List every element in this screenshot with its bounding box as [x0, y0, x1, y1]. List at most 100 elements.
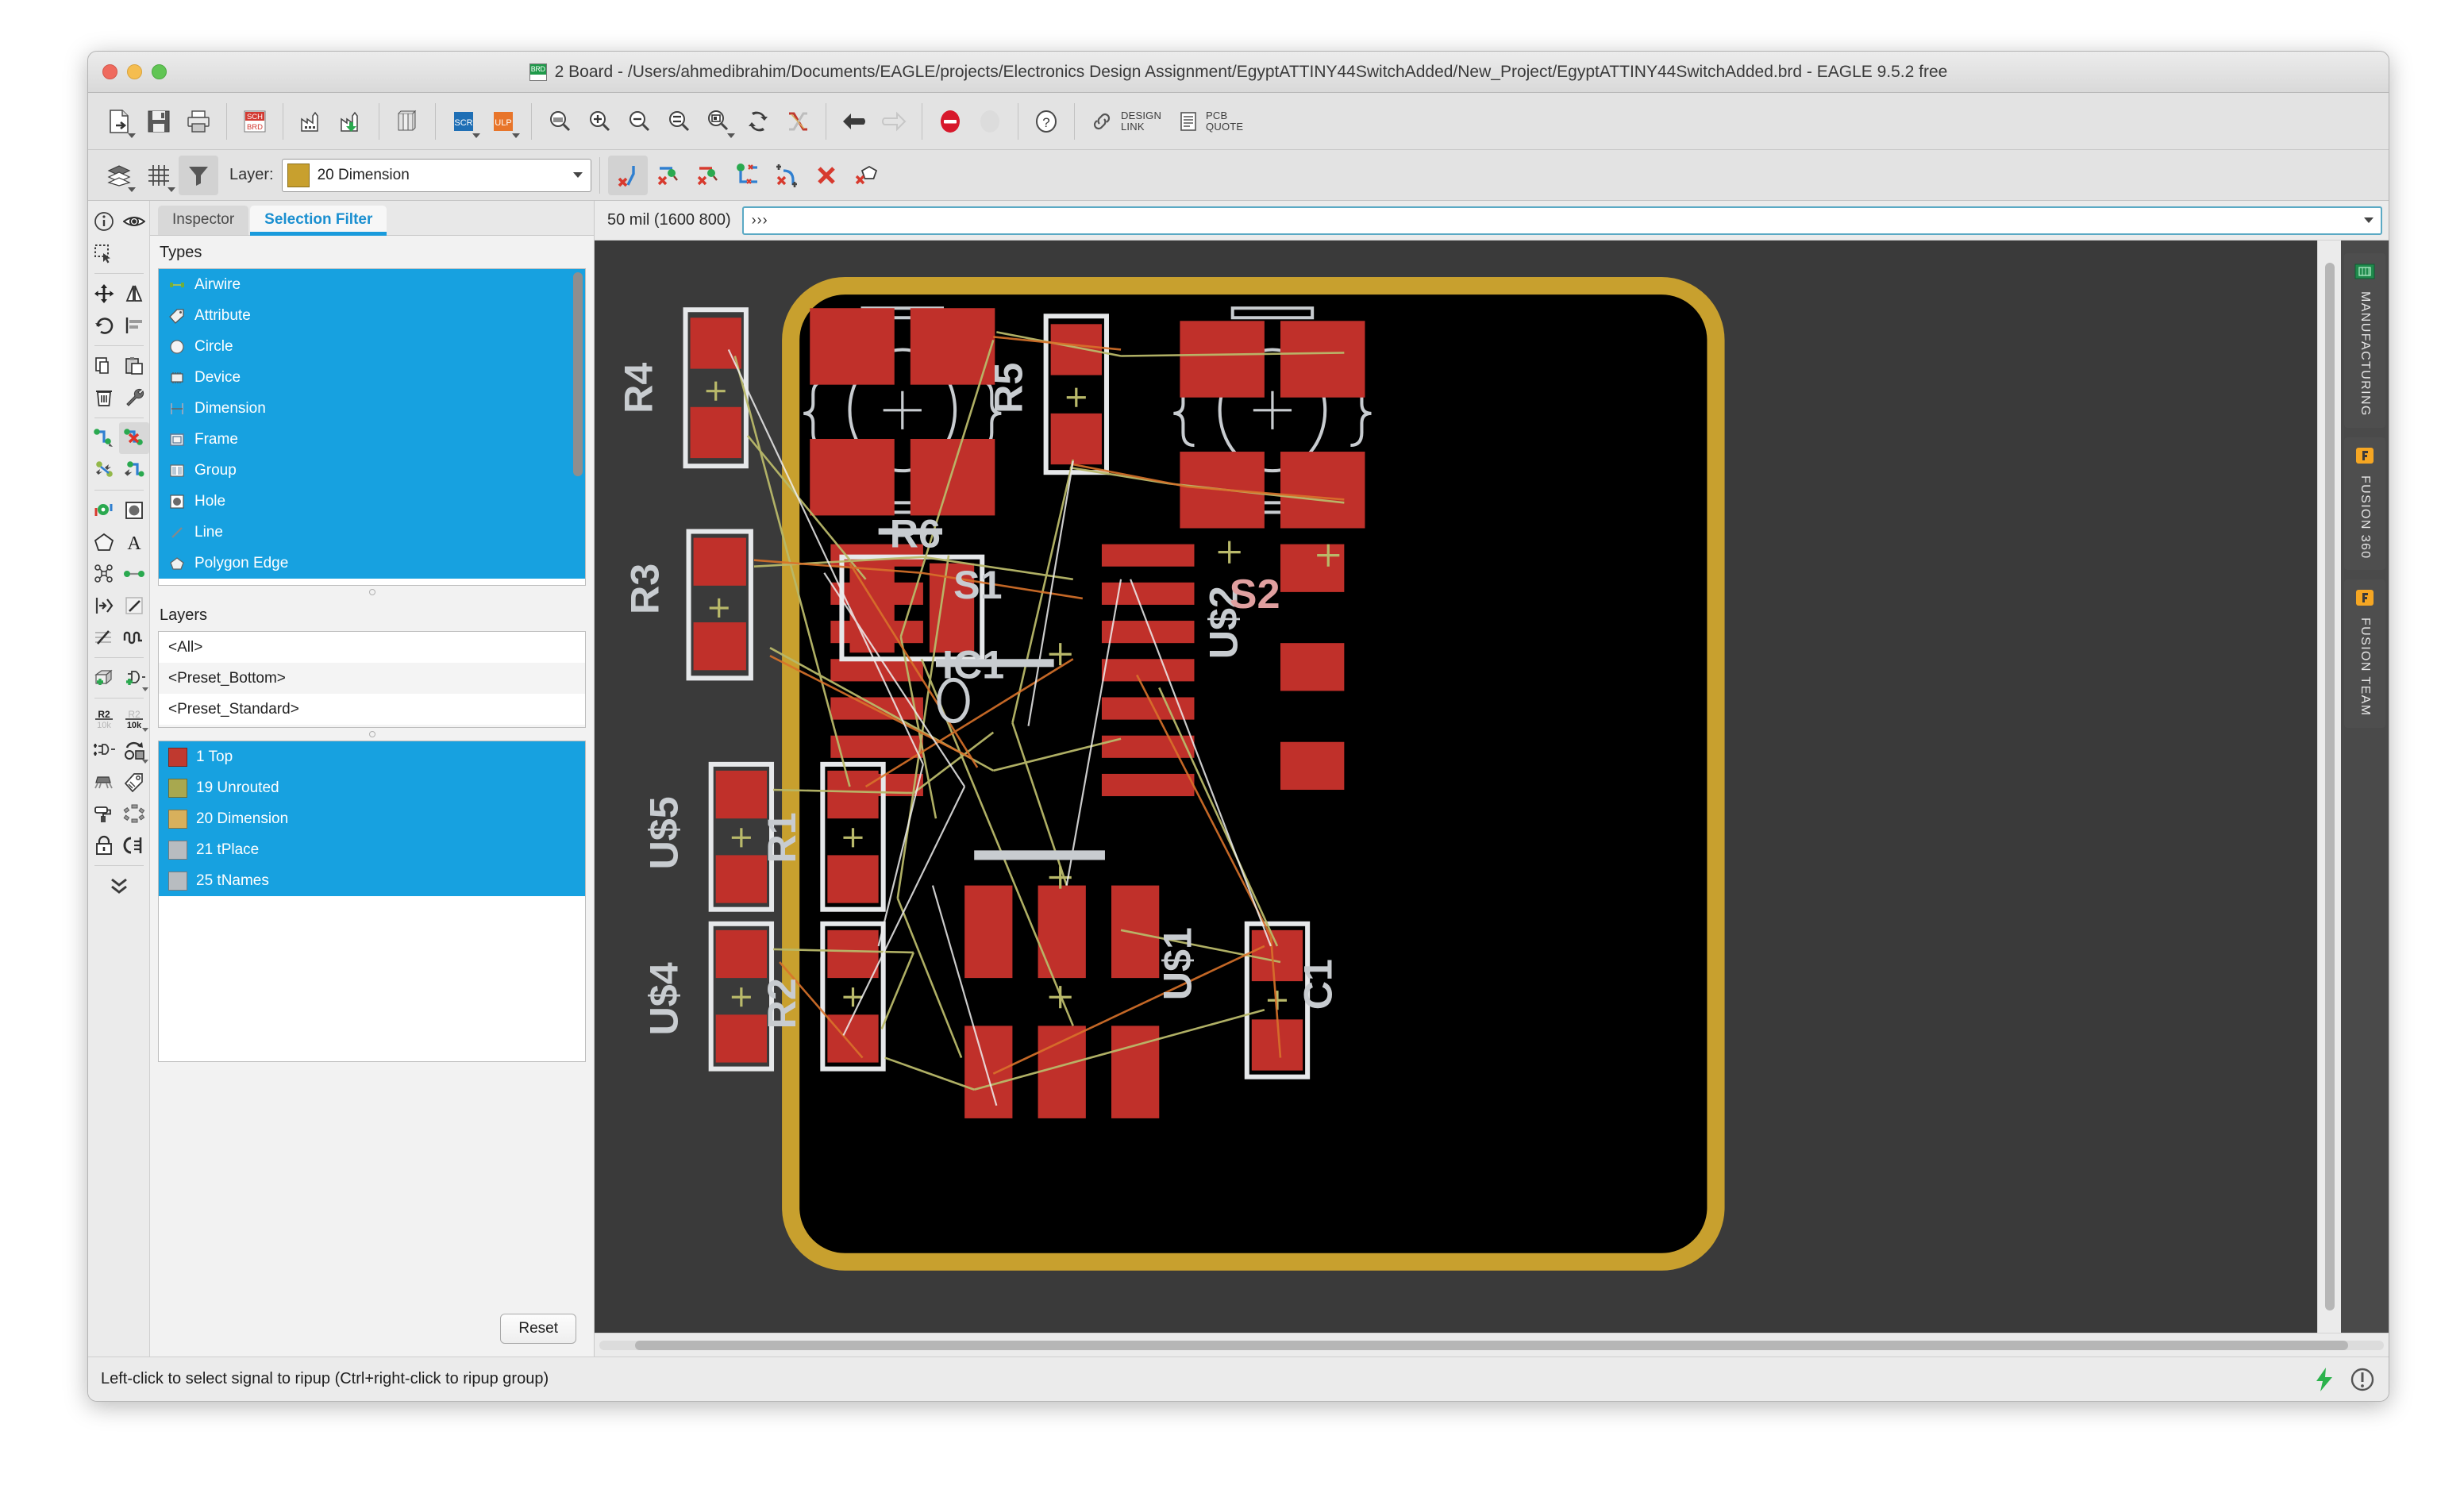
panel-splitter[interactable] — [150, 728, 594, 741]
list-item[interactable]: Circle — [159, 331, 585, 362]
open-file-button[interactable] — [99, 102, 139, 141]
more-tools-button[interactable] — [94, 870, 144, 902]
tab-selection-filter[interactable]: Selection Filter — [250, 206, 387, 236]
zoom-out-button[interactable] — [619, 102, 659, 141]
dock-tab-fusion-team[interactable]: FUSION TEAM — [2344, 579, 2385, 728]
add-device-tool-button[interactable] — [119, 662, 149, 694]
cam-processor-button[interactable] — [291, 102, 331, 141]
pcb-drawing[interactable]: R4 R5 R6 R3 S1 IC1 U$2 U$5 R1 U$4 R2 U$1 — [595, 241, 2317, 1333]
ripup-poly-outline-button[interactable] — [846, 156, 886, 195]
list-item[interactable]: Airwire — [159, 269, 585, 300]
split-tool-button[interactable] — [89, 590, 119, 622]
design-link-button[interactable]: DESIGN LINK — [1083, 102, 1169, 141]
stop-button[interactable] — [930, 102, 970, 141]
list-item[interactable]: 19 Unrouted — [159, 772, 585, 803]
ripup-tool-button[interactable] — [118, 422, 149, 454]
list-item[interactable]: 21 tPlace — [159, 834, 585, 865]
zoom-fit-button[interactable] — [540, 102, 579, 141]
lightning-icon[interactable] — [2311, 1366, 2338, 1393]
save-button[interactable] — [139, 102, 179, 141]
spread-tool-button[interactable] — [119, 798, 149, 829]
panel-splitter[interactable] — [150, 586, 594, 598]
replace-tool-button[interactable] — [89, 734, 119, 766]
polygon-tool-button[interactable] — [89, 526, 119, 558]
redo-button[interactable] — [874, 102, 914, 141]
paste-tool-button[interactable] — [119, 350, 149, 382]
scrollbar-track[interactable] — [599, 1340, 2384, 1350]
ripup-all-button[interactable] — [807, 156, 846, 195]
route-tool-button[interactable] — [89, 422, 119, 454]
hole-tool-button[interactable] — [119, 495, 149, 526]
delete-tool-button[interactable] — [89, 382, 119, 414]
change-tool-button[interactable] — [119, 382, 149, 414]
scrollbar-thumb[interactable] — [2325, 262, 2335, 1311]
align-tool-button[interactable] — [119, 310, 149, 341]
minimize-button[interactable] — [127, 64, 142, 79]
display-layers-button[interactable] — [99, 156, 139, 195]
list-item[interactable]: Attribute — [159, 300, 585, 331]
attribute-tool-button[interactable] — [119, 766, 149, 798]
swap-tool-button[interactable] — [119, 734, 149, 766]
add-part-tool-button[interactable] — [89, 662, 119, 694]
manufacturing-export-button[interactable] — [331, 102, 371, 141]
reset-button[interactable]: Reset — [500, 1314, 576, 1344]
run-script-button[interactable]: SCR — [444, 102, 483, 141]
list-item[interactable]: 25 tNames — [159, 865, 585, 896]
undo-button[interactable] — [834, 102, 874, 141]
tab-inspector[interactable]: Inspector — [158, 206, 249, 235]
group-tool-button[interactable] — [89, 237, 119, 269]
list-item[interactable]: 1 Top — [159, 741, 585, 772]
airwire-tool-button[interactable] — [119, 558, 149, 590]
rotate-tool-button[interactable] — [89, 310, 119, 341]
types-listbox[interactable]: Airwire Attribute Circle Device Dimensio… — [158, 268, 586, 586]
types-scrollbar[interactable] — [573, 272, 583, 582]
ripup-via-button[interactable] — [767, 156, 807, 195]
ripup-signal-button[interactable] — [648, 156, 687, 195]
list-item[interactable]: Line — [159, 517, 585, 548]
command-input[interactable]: ››› — [741, 206, 2382, 235]
smash-tool-button[interactable] — [89, 798, 119, 829]
show-tool-button[interactable] — [119, 206, 149, 237]
go-button[interactable] — [970, 102, 1010, 141]
move-tool-button[interactable] — [89, 278, 119, 310]
run-ulp-button[interactable]: ULP — [483, 102, 523, 141]
print-button[interactable] — [179, 102, 218, 141]
grid-settings-button[interactable] — [139, 156, 179, 195]
info-tool-button[interactable] — [89, 206, 119, 237]
help-button[interactable]: ? — [1026, 102, 1066, 141]
list-item[interactable]: 20 Dimension — [159, 803, 585, 834]
list-item[interactable]: Hole — [159, 486, 585, 517]
ratsnest-tool-button[interactable] — [89, 558, 119, 590]
ripup-airwire-button[interactable] — [727, 156, 767, 195]
layers-listbox[interactable]: 1 Top 19 Unrouted 20 Dimension 21 tPlace… — [158, 741, 586, 1062]
ripup-button[interactable] — [607, 155, 648, 195]
list-item[interactable]: <Preset_Standard> — [159, 694, 585, 725]
list-item[interactable]: <Preset_Bottom> — [159, 663, 585, 694]
pcb-canvas[interactable]: R4 R5 R6 R3 S1 IC1 U$2 U$5 R1 U$4 R2 U$1 — [595, 241, 2317, 1333]
value-tool-button[interactable]: R2 10k — [119, 702, 149, 734]
name-tool-button[interactable]: R2 10k — [89, 702, 119, 734]
text-tool-button[interactable]: A — [119, 526, 149, 558]
zoom-equal-button[interactable] — [659, 102, 699, 141]
redraw-button[interactable] — [738, 102, 778, 141]
zoom-button[interactable] — [152, 64, 167, 79]
list-item[interactable]: Frame — [159, 424, 585, 455]
close-button[interactable] — [102, 64, 117, 79]
switch-to-schematic-button[interactable]: SCH BRD — [235, 102, 275, 141]
via-tool-button[interactable] — [89, 495, 119, 526]
canvas-horizontal-scrollbar[interactable] — [595, 1333, 2389, 1357]
canvas-vertical-scrollbar[interactable] — [2317, 241, 2341, 1333]
lock-tool-button[interactable] — [89, 829, 119, 861]
list-item[interactable]: <Preset_Top> — [159, 725, 585, 727]
list-item[interactable]: Dimension — [159, 393, 585, 424]
layer-select[interactable]: 20 Dimension — [281, 158, 591, 192]
dock-tab-fusion-360[interactable]: FUSION 360 — [2344, 437, 2385, 571]
dock-tab-manufacturing[interactable]: MANUFACTURING — [2344, 253, 2385, 428]
alert-icon[interactable] — [2349, 1366, 2376, 1393]
miter-tool-button[interactable] — [119, 590, 149, 622]
scrollbar-thumb[interactable] — [573, 272, 583, 477]
list-item[interactable]: <All> — [159, 632, 585, 663]
autoroute-tool-button[interactable] — [89, 454, 119, 486]
pcb-quote-button[interactable]: PCB QUOTE — [1169, 102, 1251, 141]
pinswap-tool-button[interactable] — [119, 829, 149, 861]
